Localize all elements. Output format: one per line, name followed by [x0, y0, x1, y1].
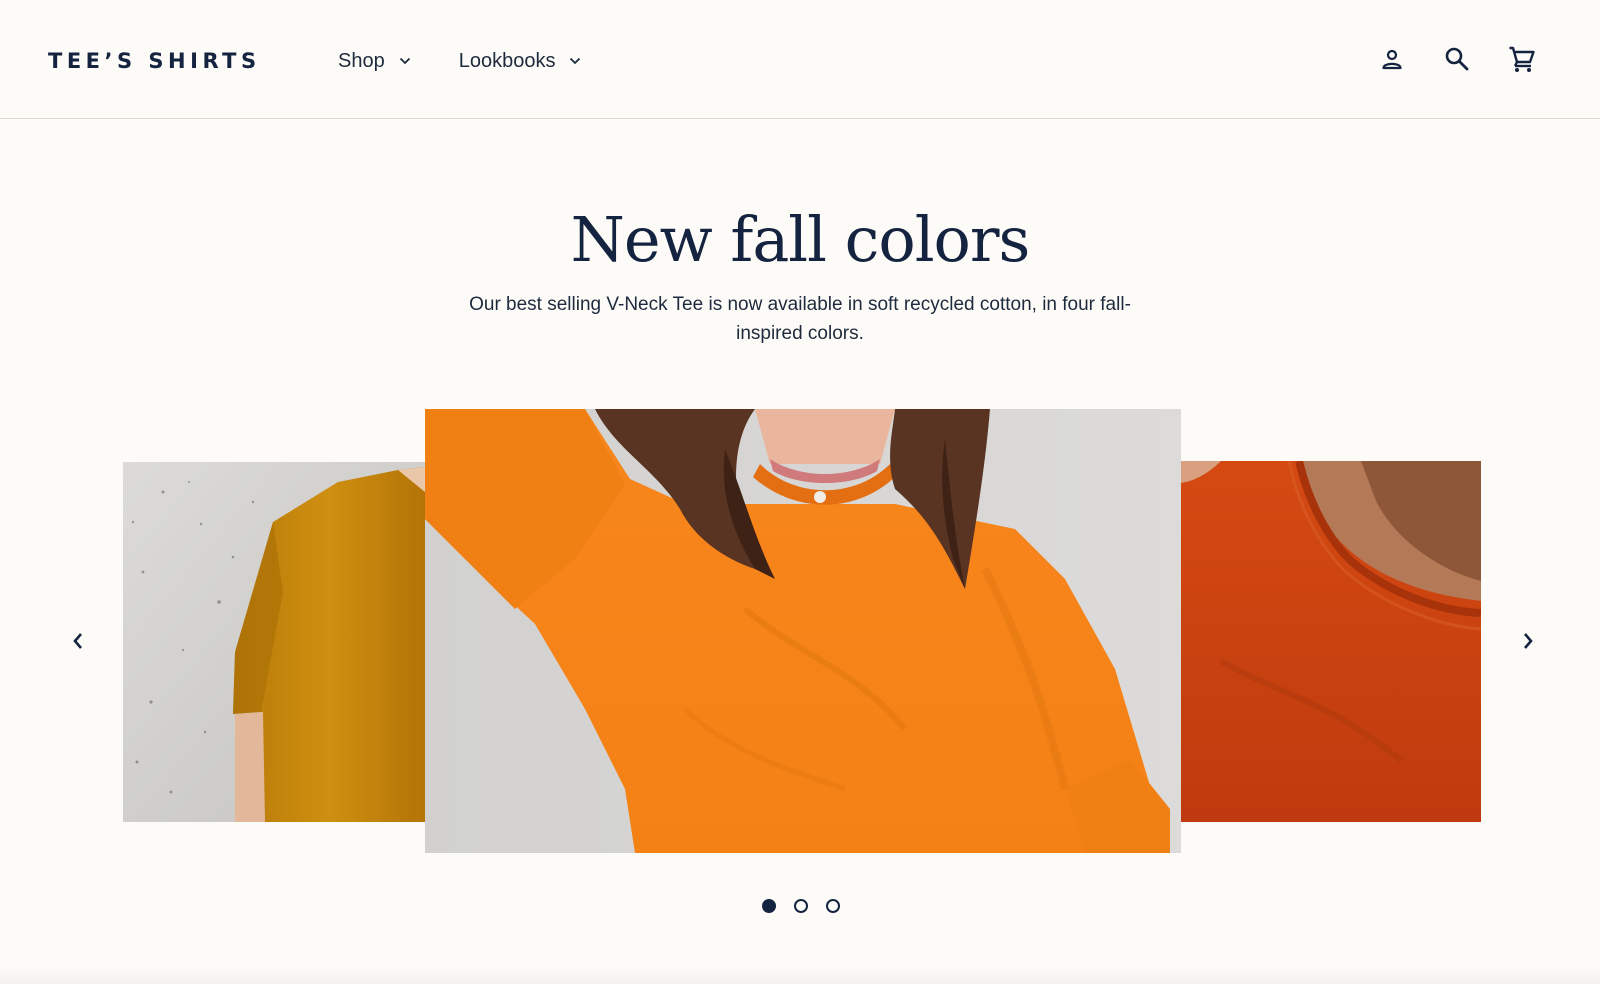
site-header: TEE’S SHIRTS Shop Lookbooks: [0, 0, 1600, 119]
account-button[interactable]: [1378, 44, 1406, 76]
account-icon: [1380, 47, 1404, 74]
nav-item-label: Shop: [338, 50, 385, 72]
brand-logo[interactable]: TEE’S SHIRTS: [48, 47, 261, 75]
chevron-left-icon: [72, 632, 84, 653]
hero-subtitle: Our best selling V-Neck Tee is now avail…: [469, 294, 1131, 344]
chevron-down-icon: [569, 57, 581, 65]
carousel-slide-current[interactable]: [425, 409, 1181, 853]
section-divider: [0, 966, 1600, 984]
orange-tee-image: [425, 409, 1181, 853]
carousel-dot-2[interactable]: [794, 899, 808, 913]
hero-title: New fall colors: [570, 203, 1031, 276]
chevron-down-icon: [399, 57, 411, 65]
carousel-dot-1[interactable]: [762, 899, 776, 913]
carousel-slide-previous[interactable]: [123, 462, 425, 822]
search-button[interactable]: [1443, 44, 1471, 76]
header-actions: [1378, 44, 1536, 76]
cart-icon: [1508, 45, 1536, 76]
search-icon: [1444, 46, 1470, 75]
carousel-next-button[interactable]: [1512, 626, 1544, 658]
red-tee-image: [1181, 461, 1481, 822]
nav-item-shop[interactable]: Shop: [338, 46, 411, 76]
mustard-tee-image: [123, 462, 425, 822]
nav-item-label: Lookbooks: [458, 50, 556, 72]
carousel-prev-button[interactable]: [62, 626, 94, 658]
cart-button[interactable]: [1508, 44, 1536, 76]
carousel-dot-3[interactable]: [826, 899, 840, 913]
nav-item-lookbooks[interactable]: Lookbooks: [459, 46, 582, 76]
main-nav: Shop Lookbooks: [338, 46, 581, 76]
chevron-right-icon: [1522, 632, 1534, 653]
carousel-slide-next[interactable]: [1181, 461, 1481, 822]
carousel-pagination: [762, 899, 840, 913]
